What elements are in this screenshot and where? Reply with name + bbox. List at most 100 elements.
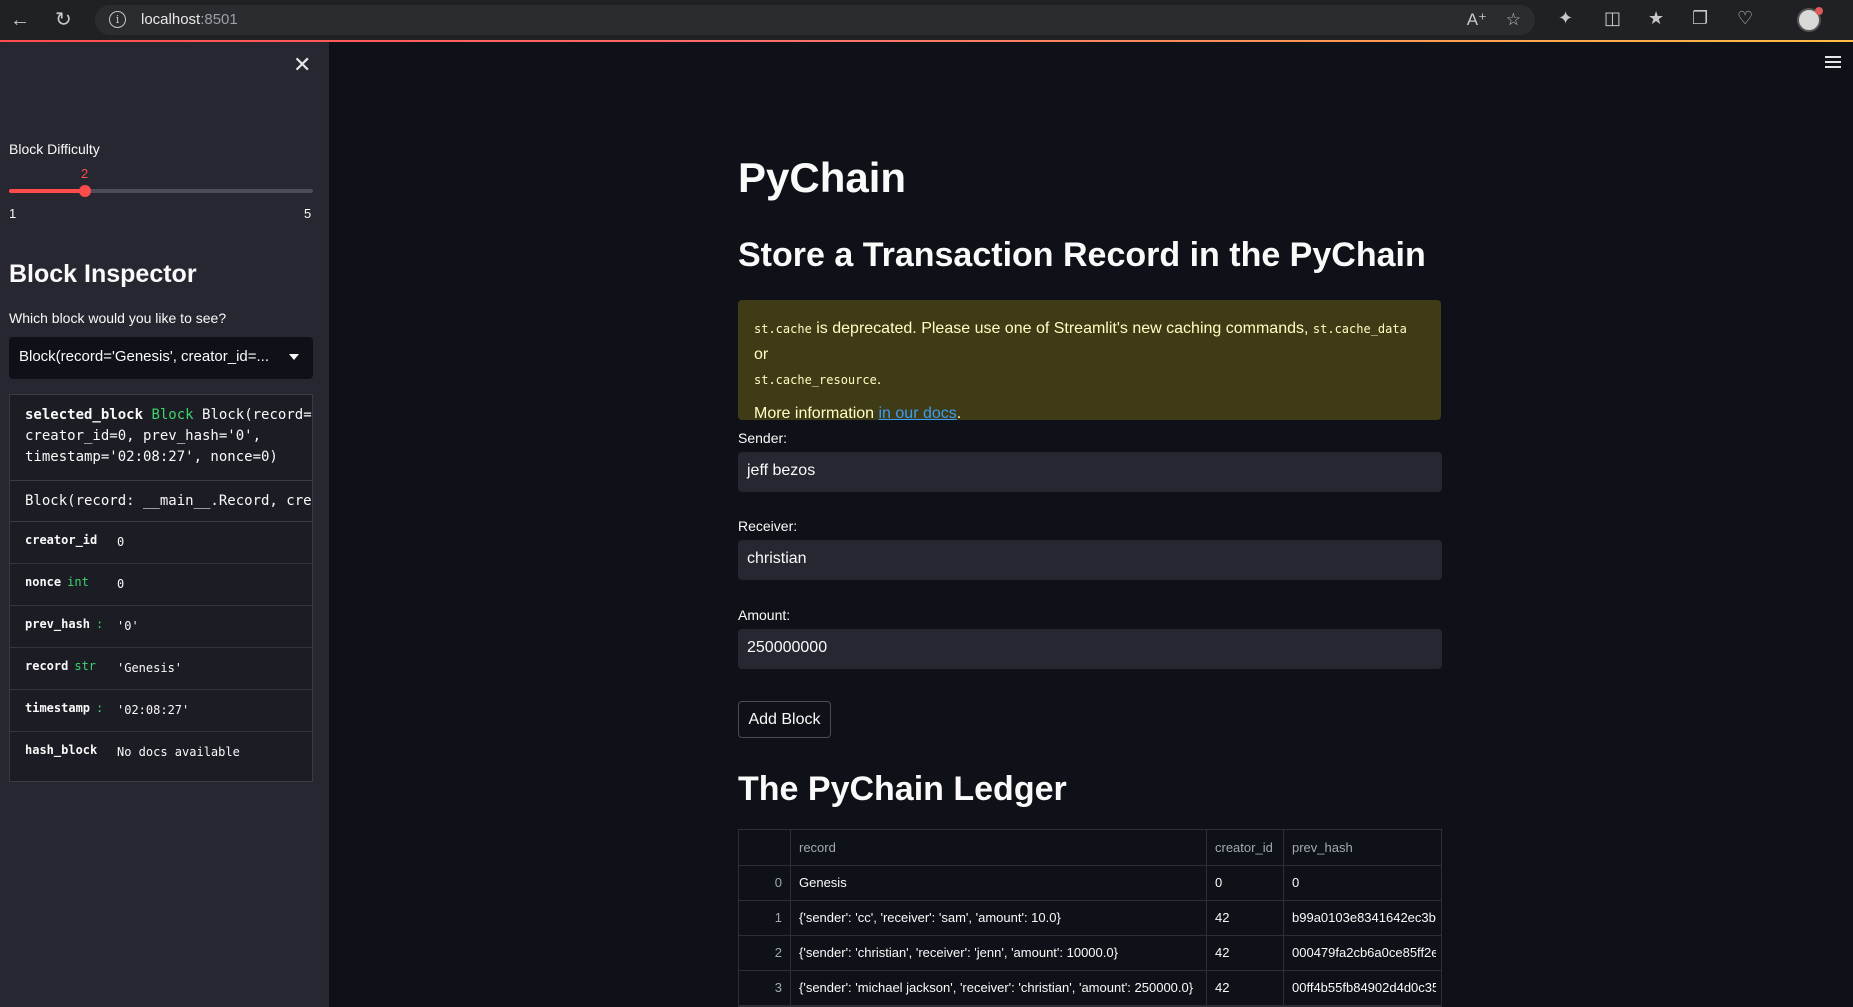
collections-icon[interactable]: ❐ (1692, 8, 1708, 29)
read-aloud-icon[interactable]: A⁺ (1467, 10, 1487, 30)
column-header[interactable] (739, 830, 791, 865)
inspector-field-row: nonce int 0 (10, 564, 312, 606)
amount-input[interactable]: 250000000 (738, 629, 1442, 669)
field-type: : (96, 701, 104, 715)
main-content: PyChain Store a Transaction Record in th… (329, 42, 1853, 1007)
chevron-down-icon[interactable] (289, 354, 299, 360)
column-header[interactable]: record (791, 830, 1207, 865)
table-cell-prev-hash[interactable]: b99a0103e8341642ec3b6 (1284, 900, 1436, 935)
heart-pulse-icon[interactable]: ♡ (1737, 8, 1753, 29)
table-header-row: record creator_id prev_hash (739, 830, 1441, 866)
favorites-icon[interactable]: ★ (1648, 8, 1664, 29)
site-info-icon[interactable]: i (109, 11, 126, 28)
ledger-title: The PyChain Ledger (738, 770, 1067, 808)
reload-icon[interactable]: ↻ (55, 8, 72, 32)
table-cell-creator-id[interactable]: 42 (1207, 900, 1284, 935)
code-st-cache: st.cache (754, 322, 812, 336)
field-type: : (96, 617, 104, 631)
warning-more-text: More information (754, 405, 879, 422)
table-cell-record[interactable]: {'sender': 'cc', 'receiver': 'sam', 'amo… (791, 900, 1207, 935)
field-name: prev_hash: (25, 617, 104, 631)
field-name: timestamp: (25, 701, 104, 715)
back-icon[interactable]: ← (10, 8, 30, 32)
browser-toolbar: ← ↻ i localhost:8501 A⁺ ☆ ✦ ◫ ★ ❐ ♡ (0, 0, 1853, 41)
table-row[interactable]: 1 {'sender': 'cc', 'receiver': 'sam', 'am… (739, 900, 1441, 936)
table-cell-idx[interactable]: 2 (739, 935, 791, 970)
table-cell-creator-id[interactable]: 42 (1207, 935, 1284, 970)
warning-text-2: or (754, 346, 769, 363)
slider-label: Block Difficulty (9, 141, 100, 157)
field-value: No docs available (117, 745, 240, 759)
page-title: PyChain (738, 154, 907, 201)
sidebar: ✕ Block Difficulty 2 1 5 Block Inspector… (0, 42, 329, 1007)
extensions-icon[interactable]: ✦ (1558, 8, 1573, 29)
field-value: 0 (117, 535, 125, 549)
field-value: '02:08:27' (117, 703, 190, 717)
table-cell-idx[interactable]: 1 (739, 900, 791, 935)
field-value: 'Genesis' (117, 661, 183, 675)
inspector-signature: Block(record: __main__.Record, creator_i… (10, 481, 312, 522)
slider-handle[interactable] (79, 185, 91, 197)
inspector-field-row: creator_id 0 (10, 522, 312, 564)
code-st-cache-data: st.cache_data (1312, 322, 1407, 336)
inspector-field-row: timestamp: '02:08:27' (10, 690, 312, 732)
table-cell-idx[interactable]: 0 (739, 865, 791, 900)
table-cell-record[interactable]: Genesis (791, 865, 1207, 900)
help-inspector: selected_block Block Block(record='Genes… (9, 394, 313, 782)
inspector-field-row: record str 'Genesis' (10, 648, 312, 690)
inspector-type: Block (151, 407, 194, 423)
receiver-label: Receiver: (738, 518, 798, 534)
docs-link[interactable]: in our docs (879, 405, 957, 422)
field-name: creator_id (25, 533, 98, 547)
table-cell-prev-hash[interactable]: 00ff4b55fb84902d4d0c35 (1284, 970, 1436, 1005)
column-header[interactable]: creator_id (1207, 830, 1284, 865)
inspector-field-row: prev_hash: '0' (10, 606, 312, 648)
table-row[interactable]: 2 {'sender': 'christian', 'receiver': 'je… (739, 935, 1441, 971)
select-label: Which block would you like to see? (9, 310, 227, 326)
sender-input[interactable]: jeff bezos (738, 452, 1442, 492)
field-name: hash_block (25, 743, 98, 757)
table-row[interactable]: 3 {'sender': 'michael jackson', 'receiver… (739, 970, 1441, 1006)
code-st-cache-resource: st.cache_resource (754, 373, 877, 387)
inspector-header: selected_block Block Block(record='Genes… (10, 395, 312, 481)
slider-value: 2 (81, 166, 89, 181)
receiver-input[interactable]: christian (738, 540, 1442, 580)
table-cell-idx[interactable]: 3 (739, 970, 791, 1005)
hamburger-menu-icon[interactable] (1825, 56, 1841, 71)
url-text: localhost:8501 (141, 11, 238, 28)
field-name: nonce int (25, 575, 89, 589)
ledger-table[interactable]: record creator_id prev_hash 0 Genesis 0 0 1 {'se… (738, 829, 1442, 1007)
warning-period: . (956, 405, 962, 422)
deprecation-warning: st.cache is deprecated. Please use one o… (738, 300, 1441, 422)
address-bar[interactable]: i localhost:8501 A⁺ ☆ (95, 5, 1535, 35)
table-cell-record[interactable]: {'sender': 'christian', 'receiver': 'jen… (791, 935, 1207, 970)
table-cell-record[interactable]: {'sender': 'michael jackson', 'receiver'… (791, 970, 1207, 1005)
field-value: '0' (117, 619, 139, 633)
slider-fill (9, 189, 85, 193)
block-select[interactable]: Block(record='Genesis', creator_id=... (9, 337, 313, 379)
table-cell-prev-hash[interactable]: 0 (1284, 865, 1436, 900)
warning-text-1: is deprecated. Please use one of Streaml… (811, 320, 1313, 337)
slider-min-label: 1 (9, 206, 17, 221)
sender-label: Sender: (738, 430, 788, 446)
select-value: Block(record='Genesis', creator_id=... (19, 348, 270, 365)
profile-avatar[interactable] (1797, 7, 1823, 32)
table-cell-prev-hash[interactable]: 000479fa2cb6a0ce85ff2e (1284, 935, 1436, 970)
amount-label: Amount: (738, 607, 791, 623)
inspector-field-row: hash_block No docs available (10, 732, 312, 773)
split-screen-icon[interactable]: ◫ (1604, 8, 1621, 29)
inspector-repr-3: timestamp='02:08:27', nonce=0) (25, 449, 278, 465)
block-inspector-heading: Block Inspector (9, 260, 197, 288)
section-title-store: Store a Transaction Record in the PyChai… (738, 236, 1426, 274)
column-header[interactable]: prev_hash (1284, 830, 1436, 865)
inspector-repr-1: Block(record='Genesis', (202, 407, 312, 423)
inspector-repr-2: creator_id=0, prev_hash='0', (25, 428, 262, 444)
field-name: record str (25, 659, 97, 673)
table-cell-creator-id[interactable]: 0 (1207, 865, 1284, 900)
add-block-button[interactable]: Add Block (738, 701, 831, 738)
warning-text-3: . (876, 371, 882, 388)
table-cell-creator-id[interactable]: 42 (1207, 970, 1284, 1005)
table-row[interactable]: 0 Genesis 0 0 (739, 865, 1441, 901)
favorite-star-icon[interactable]: ☆ (1506, 10, 1521, 30)
close-sidebar-icon[interactable]: ✕ (293, 52, 311, 78)
